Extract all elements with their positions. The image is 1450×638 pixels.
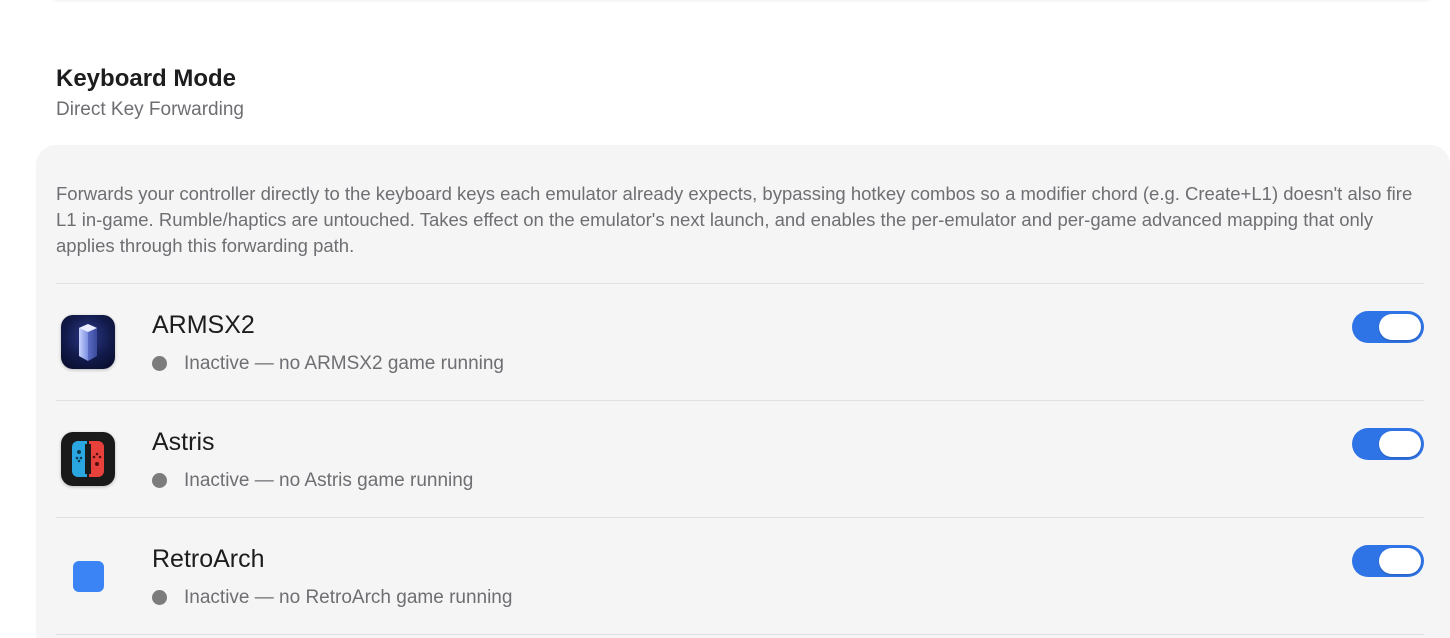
emulator-name: Astris <box>152 428 215 456</box>
keyboard-mode-card: Forwards your controller directly to the… <box>36 145 1450 638</box>
emulator-row-astris: Astris Inactive — no Astris game running <box>36 401 1450 517</box>
section-description: Forwards your controller directly to the… <box>56 183 1413 256</box>
retroarch-forwarding-toggle[interactable] <box>1352 545 1424 577</box>
settings-page: Keyboard Mode Direct Key Forwarding Forw… <box>0 0 1450 638</box>
section-subtitle: Direct Key Forwarding <box>56 99 244 120</box>
status-indicator <box>152 356 167 371</box>
emulator-name: RetroArch <box>152 545 265 573</box>
retroarch-icon <box>73 561 104 592</box>
toggle-knob <box>1379 314 1421 340</box>
emulator-name: ARMSX2 <box>152 311 255 339</box>
section-title: Keyboard Mode <box>56 65 237 92</box>
emulator-status: Inactive — no Astris game running <box>184 470 474 491</box>
toggle-knob <box>1379 548 1421 574</box>
previous-card-edge <box>46 0 1438 2</box>
status-indicator <box>152 590 167 605</box>
emulator-row-armsx2: ARMSX2 Inactive — no ARMSX2 game running <box>36 284 1450 400</box>
divider <box>56 634 1424 635</box>
armsx2-forwarding-toggle[interactable] <box>1352 311 1424 343</box>
emulator-status: Inactive — no RetroArch game running <box>184 587 513 608</box>
toggle-knob <box>1379 431 1421 457</box>
armsx2-icon <box>61 315 115 369</box>
section-header: Keyboard Mode Direct Key Forwarding <box>56 64 244 122</box>
emulator-row-retroarch: RetroArch Inactive — no RetroArch game r… <box>36 518 1450 634</box>
astris-icon <box>61 432 115 486</box>
status-indicator <box>152 473 167 488</box>
astris-forwarding-toggle[interactable] <box>1352 428 1424 460</box>
emulator-status: Inactive — no ARMSX2 game running <box>184 353 505 374</box>
